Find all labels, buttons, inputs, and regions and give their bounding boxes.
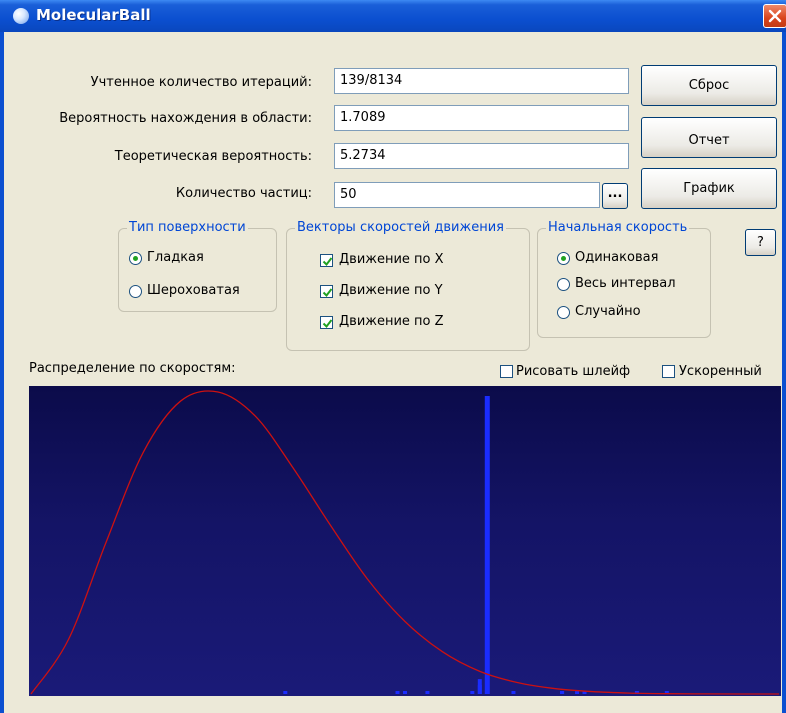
draw-trail-checkbox[interactable] (500, 365, 513, 378)
move-z-label: Движение по Z (339, 314, 444, 329)
accelerated-checkbox[interactable] (662, 365, 675, 378)
iterations-label: Учтенное количество итераций: (90, 75, 312, 90)
move-y-label: Движение по Y (339, 283, 443, 298)
speed-histogram-bar (425, 691, 430, 694)
probability-field[interactable]: 1.7089 (334, 105, 629, 131)
close-icon (768, 9, 782, 23)
distribution-chart (30, 390, 780, 695)
surface-smooth-radio[interactable] (129, 252, 142, 265)
help-button-label: ? (757, 235, 764, 250)
move-z-checkbox[interactable] (320, 316, 333, 329)
browse-label: ... (607, 186, 623, 201)
initial-speed-legend: Начальная скорость (546, 220, 690, 235)
check-icon (322, 257, 333, 267)
title-bar[interactable]: MolecularBall (0, 0, 786, 32)
window-frame-left (0, 32, 4, 713)
surface-rough-radio[interactable] (129, 285, 142, 298)
iterations-field[interactable]: 139/8134 (334, 68, 629, 94)
speed-same-label: Одинаковая (575, 250, 659, 265)
surface-smooth-label: Гладкая (147, 250, 204, 265)
velocity-distribution-plot (29, 386, 781, 696)
draw-trail-label: Рисовать шлейф (516, 364, 631, 379)
graph-button-label: График (683, 181, 735, 196)
reset-button-label: Сброс (688, 78, 730, 93)
maxwell-distribution-curve (30, 390, 780, 695)
speed-histogram-bar (470, 691, 475, 694)
speed-histogram-bar (477, 679, 482, 694)
window-frame-right (782, 32, 786, 713)
speed-random-label: Случайно (575, 304, 641, 319)
molecularball-window: MolecularBall Учтенное количество итерац… (0, 0, 786, 713)
speed-histogram-bar (283, 691, 288, 694)
move-x-checkbox[interactable] (320, 254, 333, 267)
speed-histogram-bar (560, 691, 565, 694)
speed-range-radio[interactable] (557, 278, 570, 291)
report-button[interactable]: Отчет (641, 117, 777, 158)
graph-button[interactable]: График (641, 168, 777, 209)
app-icon (13, 8, 29, 24)
move-x-label: Движение по X (339, 252, 444, 267)
speed-random-radio[interactable] (557, 306, 570, 319)
check-icon (322, 288, 333, 298)
particles-browse-button[interactable]: ... (602, 183, 628, 209)
speed-histogram-bar (403, 691, 407, 694)
speed-histogram-bar (484, 396, 490, 694)
window-title: MolecularBall (36, 6, 151, 24)
reset-button[interactable]: Сброс (641, 65, 777, 106)
speed-range-label: Весь интервал (575, 276, 676, 291)
speed-same-radio[interactable] (557, 252, 570, 265)
help-button[interactable]: ? (745, 229, 776, 256)
probability-label: Вероятность нахождения в области: (59, 111, 312, 126)
vectors-legend: Векторы скоростей движения (295, 220, 506, 235)
speed-histogram-bar (511, 691, 516, 694)
report-button-label: Отчет (688, 133, 730, 148)
surface-group (118, 228, 277, 312)
accelerated-label: Ускоренный (679, 364, 762, 379)
close-button[interactable] (763, 4, 786, 28)
particles-label: Количество частиц: (175, 186, 312, 201)
distribution-label: Распределение по скоростям: (29, 361, 236, 376)
surface-rough-label: Шероховатая (147, 283, 240, 298)
move-y-checkbox[interactable] (320, 285, 333, 298)
speed-histogram-bar (395, 691, 400, 694)
surface-legend: Тип поверхности (127, 220, 248, 235)
theoretical-field[interactable]: 5.2734 (334, 143, 629, 169)
speed-histogram-bar (575, 691, 580, 694)
theoretical-label: Теоретическая вероятность: (114, 149, 312, 164)
particles-field[interactable]: 50 (334, 182, 600, 208)
check-icon (322, 319, 333, 329)
